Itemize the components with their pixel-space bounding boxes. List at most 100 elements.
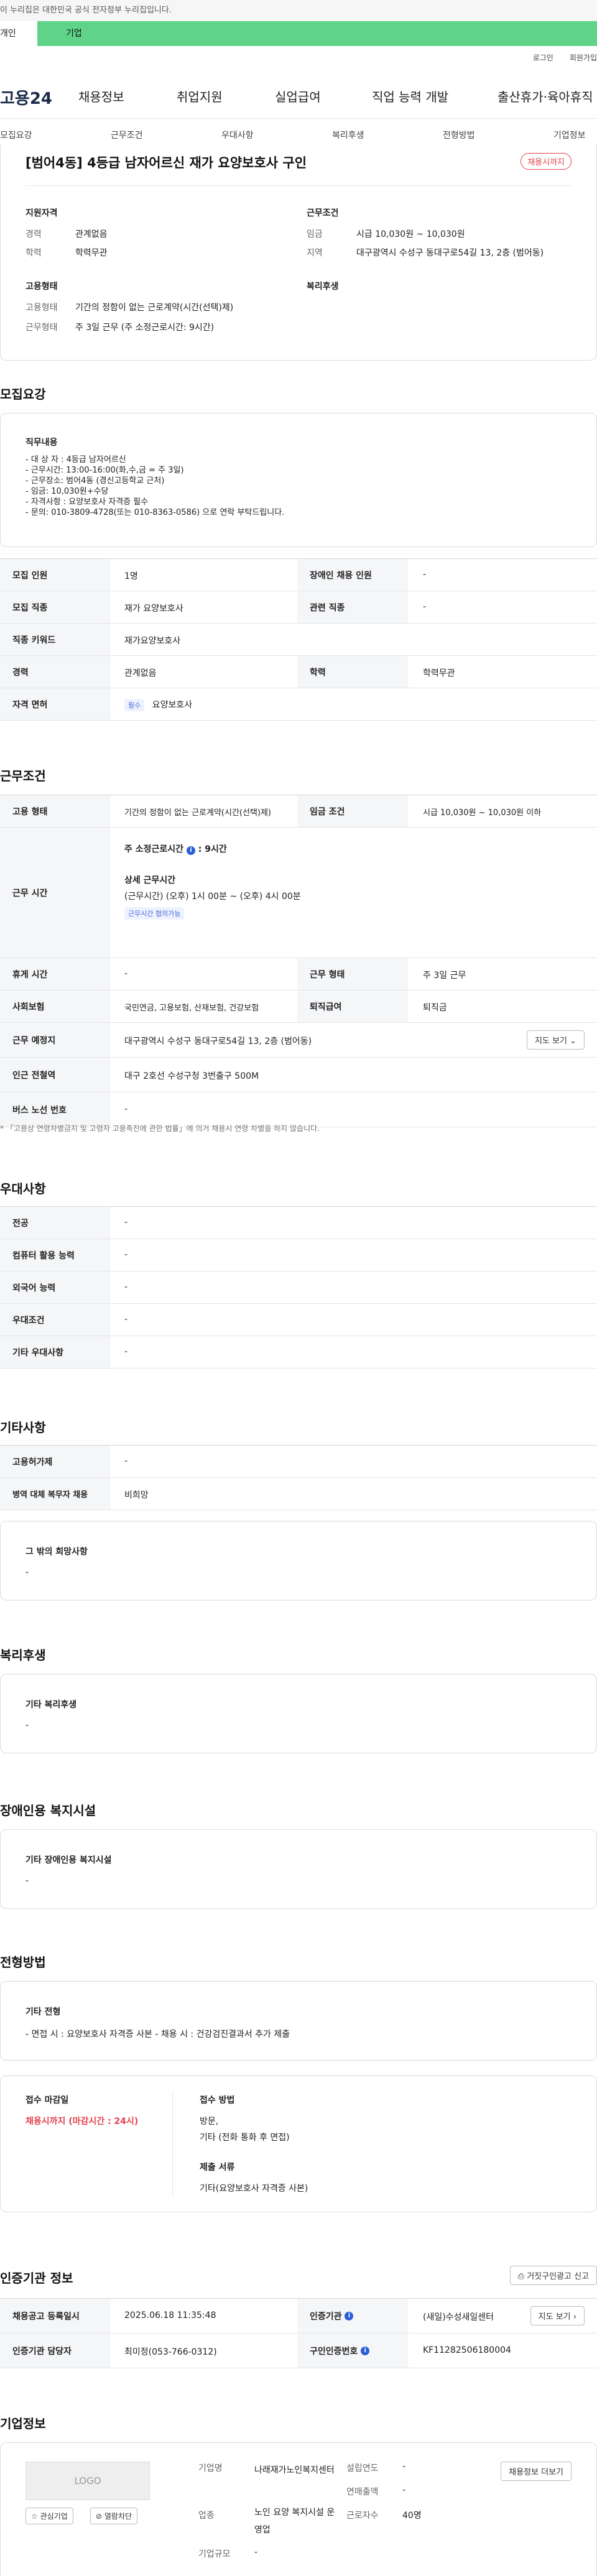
detail-hours-label: 상세 근무시간 xyxy=(124,875,176,885)
job-desc-text: - 대 상 자 : 4등급 남자어르신 - 근무시간: 13:00-16:00(… xyxy=(25,455,285,517)
industry-value: 노인 요양 복지시설 운영업 xyxy=(254,2508,335,2535)
conditions-table: 고용 형태 기간의 정함이 없는 근로계약(시간(선택)제) 임금 조건 시급 … xyxy=(0,795,597,1127)
table-row: 컴퓨터 활용 능력 - xyxy=(0,1239,597,1272)
deadline-value: 채용시까지 (마감시간 : 24시) xyxy=(25,2117,139,2126)
related-job-label: 관련 직종 xyxy=(297,591,408,623)
station-value: 대구 2호선 수성구청 3번출구 500M xyxy=(124,1071,259,1081)
company-heading: 기업정보 xyxy=(0,2416,46,2431)
employees-value: 40명 xyxy=(402,2511,422,2521)
signup-link[interactable]: 회원가입 xyxy=(570,52,597,63)
other-wish-label: 그 밖의 희망사항 xyxy=(25,1547,88,1557)
more-jobs-button[interactable]: 채용정보 더보기 xyxy=(501,2462,572,2481)
weekly-hours: 주 소정근로시간 i : 9시간 xyxy=(124,843,227,855)
nav-employment-support[interactable]: 취업지원 xyxy=(177,87,223,105)
weekly-hours-value: : 9시간 xyxy=(198,844,227,854)
info-icon[interactable]: i xyxy=(345,2311,354,2320)
career-value: 관계없음 xyxy=(75,229,108,239)
section-nav-preference[interactable]: 우대사항 xyxy=(221,129,254,141)
related-job-value: - xyxy=(423,602,427,612)
employees-label: 근로자수 xyxy=(346,2511,379,2521)
industry-label: 업종 xyxy=(198,2511,215,2521)
company-name-value: 나래재가노인복지센터 xyxy=(254,2465,335,2475)
org-label: 인증기관 xyxy=(310,2311,342,2322)
station-label: 인근 전철역 xyxy=(0,1058,111,1092)
site-logo[interactable]: 고용24 xyxy=(0,86,78,109)
table-row: 고용 형태 기간의 정함이 없는 근로계약(시간(선택)제) 임금 조건 시급 … xyxy=(0,795,597,828)
pref-label: 기타 우대사항 xyxy=(0,1336,111,1368)
method-value: 방문, 기타 (전화 통화 후 면접) xyxy=(200,2117,290,2143)
table-row: 인근 전철역 대구 2호선 수성구청 3번출구 500M xyxy=(0,1058,597,1092)
deadline-label: 접수 마감일 xyxy=(25,2095,69,2105)
block-button[interactable]: ⊘ 열람차단 xyxy=(90,2508,138,2524)
work-form-label: 근무형태 xyxy=(25,323,58,333)
disabled-fac-value: - xyxy=(25,1876,29,1886)
section-nav-selection[interactable]: 전형방법 xyxy=(443,129,475,141)
info-icon[interactable]: i xyxy=(361,2346,370,2355)
conditions-heading: 근무조건 xyxy=(0,769,46,783)
welfare-section-heading: 복리후생 xyxy=(0,1648,46,1663)
login-link[interactable]: 로그인 xyxy=(533,52,553,63)
weekly-hours-label: 주 소정근로시간 xyxy=(124,844,184,854)
negotiable-chip: 근무시간 협의가능 xyxy=(124,907,185,920)
license-value-wrap: 필수 요양보호사 xyxy=(124,698,192,711)
top-links: 로그인 회원가입 xyxy=(533,52,597,63)
other-wish-value: - xyxy=(25,1567,29,1577)
qualify-heading: 지원자격 xyxy=(25,208,58,218)
welfare-card: 기타 복리후생 - xyxy=(0,1674,597,1753)
company-card: LOGO ☆ 관심기업 ⊘ 열람차단 기업명 나래재가노인복지센터 업종 노인 … xyxy=(0,2442,597,2576)
section-nav-company[interactable]: 기업정보 xyxy=(553,129,586,141)
fav-label: 관심기업 xyxy=(40,2512,68,2521)
license-value: 요양보호사 xyxy=(152,700,193,710)
cert-map-label: 지도 보기 xyxy=(538,2312,571,2322)
tab-enterprise[interactable]: 기업 xyxy=(37,21,597,46)
nav-unemployment-benefit[interactable]: 실업급여 xyxy=(275,87,321,105)
table-row: 전공 - xyxy=(0,1207,597,1239)
pref-label: 컴퓨터 활용 능력 xyxy=(0,1239,111,1271)
emp-form-label: 고용 형태 xyxy=(0,795,111,827)
manager-label: 인증기관 담당자 xyxy=(0,2334,111,2368)
application-card: 접수 마감일 채용시까지 (마감시간 : 24시) 접수 방법 방문, 기타 (… xyxy=(0,2075,597,2212)
section-nav-recruit[interactable]: 모집요강 xyxy=(0,129,32,141)
region-label: 지역 xyxy=(307,248,323,258)
map-button[interactable]: 지도 보기 ⌄ xyxy=(526,1030,585,1050)
etc-heading: 기타사항 xyxy=(0,1420,46,1435)
etc-label: 고용허가제 xyxy=(0,1446,111,1477)
disabled-fac-heading: 장애인용 복지시설 xyxy=(0,1803,96,1818)
job-desc-card: 직무내용 - 대 상 자 : 4등급 남자어르신 - 근무시간: 13:00-1… xyxy=(0,413,597,547)
report-button[interactable]: ⎙ 거짓구인광고 신고 xyxy=(509,2266,597,2285)
founded-label: 설립연도 xyxy=(346,2463,379,2473)
wage-cond-label: 임금 조건 xyxy=(297,795,408,827)
break-value: - xyxy=(124,969,128,979)
nav-parental-leave[interactable]: 출산휴가·육아휴직 xyxy=(497,87,593,105)
global-nav: 고용24 채용정보 취업지원 실업급여 직업 능력 개발 출산휴가·육아휴직 xyxy=(0,80,597,114)
keyword-value: 재가요양보호사 xyxy=(124,636,181,646)
chevron-right-icon: › xyxy=(573,2312,576,2322)
emp-type-label: 고용형태 xyxy=(25,303,58,313)
work-form-value: 주 3일 근무 (주 소정근로시간: 9시간) xyxy=(75,323,215,333)
cert-map-button[interactable]: 지도 보기 › xyxy=(530,2306,585,2325)
pref-label: 우대조건 xyxy=(0,1304,111,1336)
cert-no-label-wrap: 구인인증번호 i xyxy=(297,2334,408,2368)
emp-type-value: 기간의 정함이 없는 근로계약(시간(선택)제) xyxy=(75,303,234,313)
career-req-label: 경력 xyxy=(0,656,111,688)
wage-value: 시급 10,030원 ~ 10,030원 xyxy=(356,229,465,239)
info-icon[interactable]: i xyxy=(186,846,195,855)
nav-vocational-training[interactable]: 직업 능력 개발 xyxy=(372,87,448,105)
deadline-badge: 채용시까지 xyxy=(521,153,572,170)
recruit-heading: 모집요강 xyxy=(0,387,46,402)
pref-value: - xyxy=(124,1282,128,1292)
section-nav-welfare[interactable]: 복리후생 xyxy=(332,129,364,141)
tab-individual[interactable]: 개인 xyxy=(0,21,37,46)
fav-company-button[interactable]: ☆ 관심기업 xyxy=(25,2508,73,2524)
nav-job-info[interactable]: 채용정보 xyxy=(78,87,124,105)
etc-value: - xyxy=(124,1456,128,1466)
disabled-count-label: 장애인 채용 인원 xyxy=(297,559,408,591)
gov-notice-bar: 이 누리집은 대한민국 공식 전자정부 누리집입니다. xyxy=(0,0,597,21)
license-label: 자격 면허 xyxy=(0,688,111,720)
section-nav-conditions[interactable]: 근무조건 xyxy=(111,129,143,141)
chevron-down-icon: ⌄ xyxy=(570,1036,576,1046)
manager-value: 최미정(053-766-0312) xyxy=(124,2347,217,2357)
disabled-fac-label: 기타 장애인용 복지시설 xyxy=(25,1855,112,1865)
retire-value: 퇴직금 xyxy=(423,1003,447,1013)
summary-card: [범어4동] 4등급 남자어르신 재가 요양보호사 구인 채용시까지 지원자격 … xyxy=(0,144,597,361)
